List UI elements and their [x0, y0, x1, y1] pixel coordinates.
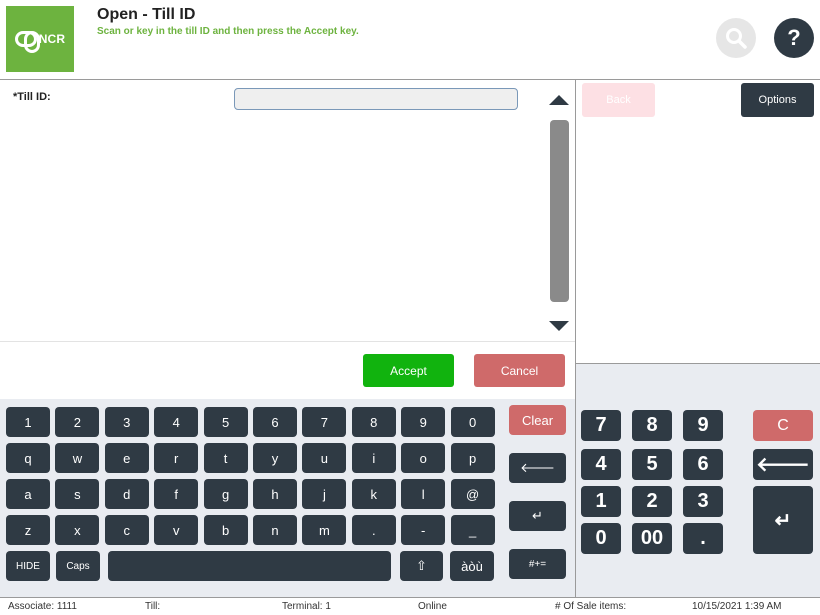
key-row1-1[interactable]: 2: [55, 407, 100, 437]
key-row3-0[interactable]: a: [6, 479, 50, 509]
key-row1-7[interactable]: 8: [351, 407, 396, 437]
key-row3-3[interactable]: f: [154, 479, 199, 509]
key-row4-6[interactable]: m: [302, 515, 347, 545]
key-row3-6[interactable]: j: [302, 479, 347, 509]
help-icon: ?: [787, 25, 801, 50]
back-button[interactable]: Back: [582, 83, 655, 117]
key-row2-9[interactable]: p: [450, 443, 495, 473]
till-status: Till:: [145, 601, 161, 612]
key-row1-0[interactable]: 1: [6, 407, 50, 437]
key-row2-6[interactable]: u: [302, 443, 347, 473]
logo-text: NCR: [38, 32, 66, 46]
ncr-logo: NCR: [6, 6, 74, 72]
numpad-key-row3-1[interactable]: 2: [632, 486, 672, 517]
key-row1-2[interactable]: 3: [104, 407, 149, 437]
numpad-key-row3-0[interactable]: 1: [581, 486, 621, 517]
key-row4-9[interactable]: _: [450, 515, 495, 545]
key-row4-1[interactable]: x: [55, 515, 100, 545]
header: NCR Open - Till ID Scan or key in the ti…: [0, 0, 820, 80]
scrollbar-thumb[interactable]: [550, 120, 569, 302]
key-row2-7[interactable]: i: [351, 443, 396, 473]
key-row2-1[interactable]: w: [55, 443, 100, 473]
numpad-key-row4-1[interactable]: 00: [632, 523, 672, 554]
search-icon: [726, 28, 747, 49]
numpad-key-row2-2[interactable]: 6: [683, 449, 723, 480]
key-row3-2[interactable]: d: [104, 479, 149, 509]
till-id-input[interactable]: [234, 88, 518, 110]
numeric-keypad: 7 8 9 4 5 6 1 2 3 0 00. C 🡐 ↵: [576, 363, 820, 597]
key-row2-2[interactable]: e: [104, 443, 149, 473]
online-status: Online: [418, 601, 447, 612]
space-key[interactable]: [108, 551, 391, 581]
key-row4-3[interactable]: v: [154, 515, 199, 545]
numpad-key-row1-0[interactable]: 7: [581, 410, 621, 441]
till-id-label: *Till ID:: [13, 91, 51, 103]
status-bar: Associate: 1111 Till: Terminal: 1 Online…: [0, 597, 820, 615]
numpad-key-row1-2[interactable]: 9: [683, 410, 723, 441]
numpad-key-row4-2[interactable]: .: [683, 523, 723, 554]
key-row4-5[interactable]: n: [253, 515, 297, 545]
key-row3-4[interactable]: g: [203, 479, 248, 509]
key-row2-0[interactable]: q: [6, 443, 50, 473]
accent-key[interactable]: àòù: [450, 551, 494, 581]
caps-key[interactable]: Caps: [56, 551, 100, 581]
numpad-key-row2-0[interactable]: 4: [581, 449, 621, 480]
key-row4-0[interactable]: z: [6, 515, 50, 545]
key-row1-9[interactable]: 0: [450, 407, 495, 437]
sale-items-count: # Of Sale items:: [555, 601, 627, 612]
shift-key[interactable]: ⇧: [400, 551, 443, 581]
enter-icon[interactable]: ↵: [509, 501, 566, 531]
help-button[interactable]: ?: [774, 18, 814, 58]
key-row2-4[interactable]: t: [203, 443, 248, 473]
key-row4-8[interactable]: -: [401, 515, 446, 545]
page-title: Open - Till ID: [97, 6, 196, 23]
key-row3-9[interactable]: @: [450, 479, 495, 509]
key-row1-4[interactable]: 5: [203, 407, 248, 437]
ncr-logo-icon: [14, 31, 40, 53]
numpad-key-row4-0[interactable]: 0: [581, 523, 621, 554]
accept-button[interactable]: Accept: [363, 354, 454, 387]
key-row1-3[interactable]: 4: [154, 407, 199, 437]
key-row3-1[interactable]: s: [55, 479, 100, 509]
search-button[interactable]: [716, 18, 756, 58]
key-row2-8[interactable]: o: [401, 443, 446, 473]
symbols-key[interactable]: #+=: [509, 549, 566, 579]
numpad-enter-icon[interactable]: ↵: [753, 486, 813, 554]
key-row4-7[interactable]: .: [351, 515, 396, 545]
associate-status: Associate: 1111: [8, 601, 77, 612]
terminal-status: Terminal: 1: [282, 601, 331, 612]
key-row3-7[interactable]: k: [351, 479, 396, 509]
scroll-up-arrow-icon[interactable]: [549, 95, 569, 105]
key-row4-4[interactable]: b: [203, 515, 248, 545]
numpad-key-row2-1[interactable]: 5: [632, 449, 672, 480]
key-row1-6[interactable]: 7: [302, 407, 347, 437]
page-instruction: Scan or key in the till ID and then pres…: [97, 26, 359, 37]
backspace-icon[interactable]: 🡐: [509, 453, 566, 483]
numpad-key-row3-2[interactable]: 3: [683, 486, 723, 517]
onscreen-keyboard: 1 2 3 4 5 6 7 8 9 0 q w e r t y u i o p a s d f g h j k l @ z x c v b n m. - _…: [0, 399, 575, 597]
key-row1-8[interactable]: 9: [401, 407, 446, 437]
hide-key[interactable]: HIDE: [6, 551, 50, 581]
key-row4-2[interactable]: c: [104, 515, 149, 545]
options-button[interactable]: Options: [741, 83, 814, 117]
scroll-down-arrow-icon[interactable]: [549, 321, 569, 331]
key-row1-5[interactable]: 6: [253, 407, 297, 437]
key-row3-5[interactable]: h: [253, 479, 297, 509]
key-row2-3[interactable]: r: [154, 443, 199, 473]
date-time: 10/15/2021 1:39 AM: [692, 601, 782, 612]
clear-key[interactable]: Clear: [509, 405, 566, 435]
key-row2-5[interactable]: y: [253, 443, 297, 473]
numpad-key-row1-1[interactable]: 8: [632, 410, 672, 441]
key-row3-8[interactable]: l: [401, 479, 446, 509]
numpad-backspace-icon[interactable]: 🡐: [753, 449, 813, 480]
form-area: *Till ID:: [0, 80, 575, 342]
cancel-button[interactable]: Cancel: [474, 354, 565, 387]
numpad-clear-key[interactable]: C: [753, 410, 813, 441]
